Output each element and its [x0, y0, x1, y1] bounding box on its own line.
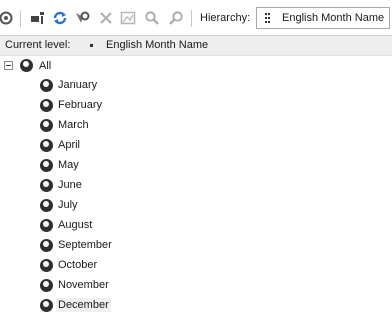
tree-item-month[interactable]: August [0, 216, 392, 236]
member-node-icon [40, 179, 53, 192]
tree-item-label: January [58, 79, 98, 91]
tree-item-label: December [56, 298, 111, 312]
tree-item-label: April [58, 139, 81, 151]
hierarchy-select-value: English Month Name [282, 12, 385, 24]
member-node-icon [40, 99, 53, 112]
member-node-icon [40, 279, 53, 292]
member-node-icon [40, 139, 53, 152]
toolbar-separator [20, 10, 21, 27]
tree-item-month[interactable]: September [0, 236, 392, 256]
member-node-icon [20, 59, 33, 72]
level-bullet-icon [90, 44, 93, 47]
hierarchy-select[interactable]: English Month Name [256, 7, 390, 29]
tree-item-month[interactable]: February [0, 96, 392, 116]
member-node-icon [40, 159, 53, 172]
refresh-icon[interactable] [0, 10, 14, 26]
tree-item-month-selected[interactable]: December [0, 296, 392, 316]
tree-item-month[interactable]: June [0, 176, 392, 196]
tree-root-all[interactable]: All [39, 60, 51, 72]
search-icon[interactable] [144, 10, 160, 26]
tree-item-month[interactable]: May [0, 156, 392, 176]
toolbar: Hierarchy: English Month Name [0, 0, 392, 35]
member-node-icon [40, 119, 53, 132]
tree-item-label: July [58, 199, 78, 211]
member-node-icon [40, 259, 53, 272]
delete-icon[interactable] [98, 10, 114, 26]
filter-members-icon[interactable] [74, 10, 90, 26]
member-node-icon [40, 79, 53, 92]
hierarchy-icon [265, 13, 270, 23]
member-node-icon [40, 299, 53, 312]
tree-item-label: March [58, 119, 89, 131]
member-node-icon [40, 199, 53, 212]
tree-item-label: February [58, 99, 103, 111]
reprocess-icon[interactable] [52, 10, 68, 26]
tree-item-month[interactable]: October [0, 256, 392, 276]
tree-item-month[interactable]: January [0, 76, 392, 96]
image-icon[interactable] [120, 10, 136, 26]
find-next-icon[interactable] [168, 10, 184, 26]
member-node-icon [40, 239, 53, 252]
tree-item-label: August [58, 219, 93, 231]
current-level-label: Current level: [5, 39, 71, 51]
current-level-value: English Month Name [106, 39, 209, 51]
tree-item-label: October [58, 259, 98, 271]
tree-item-label: September [58, 239, 112, 251]
tree-item-label: November [58, 279, 109, 291]
current-level-bar: Current level: English Month Name [0, 35, 392, 56]
tree-item-month[interactable]: July [0, 196, 392, 216]
tree-item-label: June [58, 179, 82, 191]
hierarchy-label: Hierarchy: [200, 12, 251, 24]
member-node-icon [40, 219, 53, 232]
tree-item-label: May [58, 159, 79, 171]
tree-item-month[interactable]: November [0, 276, 392, 296]
tree-item-month[interactable]: March [0, 116, 392, 136]
toolbar-separator [191, 10, 192, 27]
member-properties-icon[interactable] [30, 10, 46, 26]
collapse-icon[interactable] [4, 61, 13, 70]
tree-item-month[interactable]: April [0, 136, 392, 156]
